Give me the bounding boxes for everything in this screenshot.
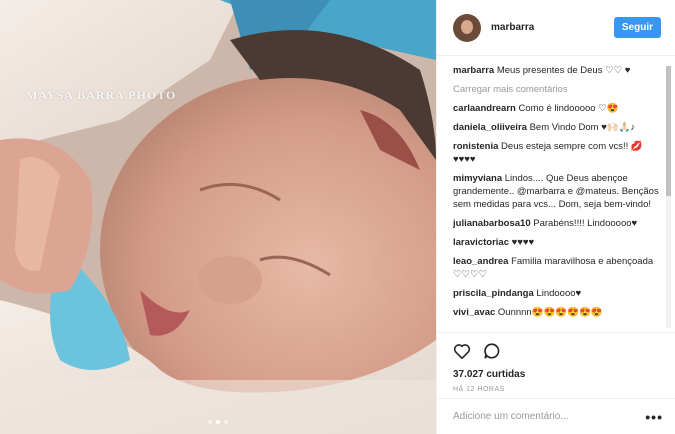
comment-rows: carlaandrearn Como é lindooooo ♡😍 daniela… (453, 102, 665, 319)
carousel-dot (208, 420, 212, 424)
comment-text: ♥♥♥♥ (511, 237, 535, 248)
comment-item: daniela_oliiveira Bem Vindo Dom ♥🙌🏻🙏🏻♪ (453, 121, 665, 134)
comment-item: vivi_avac Ounnnn😍😍😍😍😍😍 (453, 306, 665, 319)
comment-item: leao_andrea Familia maravilhosa e abenço… (453, 255, 665, 281)
carousel-dot (224, 420, 228, 424)
comment-item: carlaandrearn Como é lindooooo ♡😍 (453, 102, 665, 115)
comment-item: julianabarbosa10 Parabéns!!!! Lindooooo♥ (453, 217, 665, 230)
photo-watermark: MAYSA BARRA PHOTO (26, 88, 177, 102)
load-more-comments-link[interactable]: Carregar mais comentários (453, 83, 665, 96)
post-sidebar: marbarra Seguir marbarra Meus presentes … (436, 0, 675, 434)
post-header: marbarra Seguir (437, 0, 675, 56)
comment-username[interactable]: leao_andrea (453, 256, 508, 267)
comment-text: Lindoooo♥ (536, 288, 582, 299)
comment-item: mimyviana Lindos.... Que Deus abençoe gr… (453, 172, 665, 211)
comment-icon[interactable] (483, 342, 501, 363)
comment-item: ronistenia Deus esteja sempre com vcs!! … (453, 140, 665, 166)
add-comment-bar: ••• (437, 398, 675, 434)
follow-button[interactable]: Seguir (613, 17, 661, 38)
comment-username[interactable]: carlaandrearn (453, 103, 516, 114)
caption: marbarra Meus presentes de Deus ♡♡ ♥ (453, 64, 665, 77)
comment-item: priscila_pindanga Lindoooo♥ (453, 287, 665, 300)
baby-photo-image (0, 0, 436, 434)
heart-icon[interactable] (453, 343, 471, 362)
comment-username[interactable]: daniela_oliiveira (453, 122, 527, 133)
carousel-dot-active (216, 420, 220, 424)
likes-count[interactable]: 37.027 curtidas (453, 369, 659, 380)
comment-username[interactable]: priscila_pindanga (453, 288, 534, 299)
avatar[interactable] (453, 13, 481, 42)
comment-username[interactable]: vivi_avac (453, 307, 495, 318)
scrollbar-thumb[interactable] (666, 66, 671, 196)
comment-text: Ounnnn😍😍😍😍😍😍 (497, 307, 603, 318)
comment-text: Parabéns!!!! Lindooooo♥ (533, 218, 638, 229)
comment-text: Como é lindooooo ♡😍 (518, 103, 619, 114)
header-username[interactable]: marbarra (491, 22, 614, 33)
comment-username[interactable]: ronistenia (453, 141, 498, 152)
comment-username[interactable]: laravictoriac (453, 237, 509, 248)
comment-input[interactable] (453, 411, 646, 422)
carousel-dots (0, 420, 436, 424)
caption-text: Meus presentes de Deus ♡♡ ♥ (496, 65, 631, 76)
post-photo[interactable]: MAYSA BARRA PHOTO (0, 0, 436, 434)
comment-text: Bem Vindo Dom ♥🙌🏻🙏🏻♪ (529, 122, 636, 133)
post-actions: 37.027 curtidas HÁ 12 HORAS (437, 332, 675, 393)
comments-scrollbar[interactable] (666, 66, 671, 328)
comment-username[interactable]: julianabarbosa10 (453, 218, 531, 229)
post-timestamp[interactable]: HÁ 12 HORAS (453, 386, 659, 393)
comment-username[interactable]: mimyviana (453, 173, 502, 184)
comment-item: laravictoriac ♥♥♥♥ (453, 236, 665, 249)
more-options-icon[interactable]: ••• (645, 409, 663, 425)
caption-username[interactable]: marbarra (453, 65, 494, 76)
comments-list[interactable]: marbarra Meus presentes de Deus ♡♡ ♥ Car… (453, 64, 665, 329)
